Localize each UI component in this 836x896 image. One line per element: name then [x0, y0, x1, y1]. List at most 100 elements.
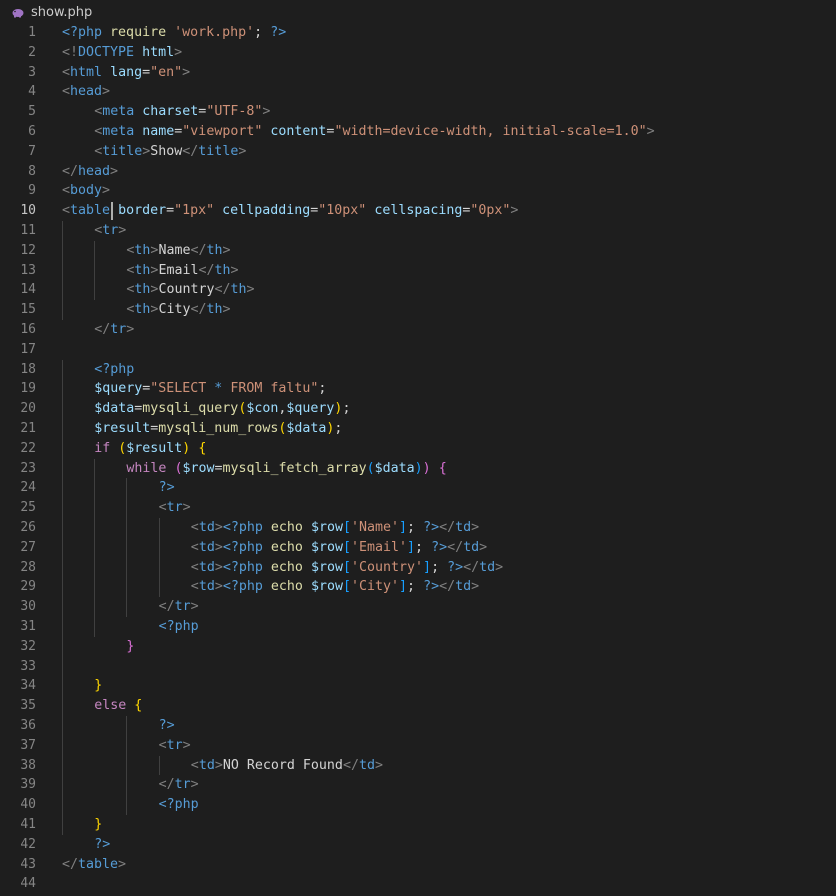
code-line[interactable]: 9 <body>: [0, 181, 836, 201]
code-text: <th>Country</th>: [126, 280, 254, 300]
code-token: {: [198, 440, 207, 456]
code-token: >: [190, 777, 199, 793]
code-token: </: [439, 579, 456, 595]
line-number: 14: [20, 282, 36, 298]
code-token: ;: [318, 381, 327, 397]
line-number: 33: [20, 658, 36, 674]
code-line[interactable]: 13 <th>Email</th>: [0, 261, 836, 281]
code-text: <th>City</th>: [126, 300, 230, 320]
code-line[interactable]: 18 <?php: [0, 360, 836, 380]
code-line[interactable]: 14 <th>Country</th>: [0, 280, 836, 300]
code-line[interactable]: 4 <head>: [0, 82, 836, 102]
code-line[interactable]: 39 </tr>: [0, 775, 836, 795]
code-line[interactable]: 28 <td><?php echo $row['Country']; ?></td…: [0, 558, 836, 578]
indent-guide: [126, 478, 128, 617]
code-line[interactable]: 20 $data=mysqli_query($con,$query);: [0, 399, 836, 419]
code-line[interactable]: 27 <td><?php echo $row['Email']; ?></td>: [0, 538, 836, 558]
code-line[interactable]: 16 </tr>: [0, 320, 836, 340]
code-line[interactable]: 41}: [0, 815, 836, 835]
code-token: tr: [174, 599, 191, 615]
code-line[interactable]: 12 <th>Name</th>: [0, 241, 836, 261]
code-line[interactable]: 40 <?php: [0, 795, 836, 815]
code-text: ?>: [94, 835, 110, 855]
code-token: th: [134, 262, 151, 278]
code-token: ?>: [94, 836, 111, 852]
code-line[interactable]: 8 </head>: [0, 162, 836, 182]
code-line[interactable]: 35 else {: [0, 696, 836, 716]
code-line[interactable]: 3 <html lang="en">: [0, 63, 836, 83]
code-token: <: [190, 520, 199, 535]
code-text: $query="SELECT * FROM faltu";: [94, 379, 326, 399]
code-token: "1px": [174, 203, 215, 219]
code-token: <: [62, 203, 71, 219]
code-token: >: [222, 302, 231, 318]
code-line[interactable]: 21 $result=mysqli_num_rows($data);: [0, 419, 836, 439]
code-line[interactable]: 6 <meta name="viewport" content="width=de…: [0, 122, 836, 142]
code-token: <: [62, 64, 71, 80]
code-token: head: [70, 84, 103, 100]
code-token: $row: [310, 579, 343, 595]
code-token: >: [214, 520, 223, 535]
code-token: >: [262, 104, 271, 120]
code-token: td: [455, 520, 472, 535]
code-token: $data: [94, 401, 135, 417]
code-line[interactable]: 36 ?>: [0, 716, 836, 736]
code-line[interactable]: 29 <td><?php echo $row['City']; ?></td>: [0, 577, 836, 597]
code-text: <tr>: [94, 221, 126, 241]
code-token: >: [182, 64, 191, 80]
code-line[interactable]: 25 <tr>: [0, 498, 836, 518]
code-line[interactable]: 22 if ($result) {: [0, 439, 836, 459]
tab-show-php[interactable]: show.php: [0, 0, 92, 24]
code-token: echo: [270, 559, 303, 575]
code-text: <td><?php echo $row['Country']; ?></td>: [191, 558, 503, 578]
code-line[interactable]: 34}: [0, 676, 836, 696]
line-number: 23: [20, 460, 36, 476]
line-number: 8: [28, 163, 36, 179]
code-text: <tr>: [159, 736, 191, 756]
code-text: <?php: [159, 795, 199, 815]
code-line[interactable]: 26 <td><?php echo $row['Name']; ?></td>: [0, 518, 836, 538]
code-line[interactable]: 37 <tr>: [0, 736, 836, 756]
code-line[interactable]: 1 <?php require 'work.php'; ?>: [0, 23, 836, 43]
code-token: <: [190, 559, 199, 575]
code-token: <?php: [222, 579, 263, 595]
code-line[interactable]: 7 <title>Show</title>: [0, 142, 836, 162]
code-editor[interactable]: 1 <?php require 'work.php'; ?> 2 <!DOCTYPE …: [0, 23, 836, 896]
code-token: border: [118, 203, 167, 219]
code-line[interactable]: 33: [0, 657, 836, 677]
code-token: ]: [407, 539, 416, 555]
line-number: 44: [20, 876, 36, 892]
code-line[interactable]: 31 <?php: [0, 617, 836, 637]
code-token: <: [94, 143, 103, 159]
code-line[interactable]: 17: [0, 340, 836, 360]
code-line[interactable]: 19 $query="SELECT * FROM faltu";: [0, 379, 836, 399]
code-line[interactable]: 32}: [0, 637, 836, 657]
code-token: </: [190, 302, 207, 318]
code-line[interactable]: 23 while ($row=mysqli_fetch_array($data))…: [0, 459, 836, 479]
code-token: tr: [102, 223, 119, 238]
code-line[interactable]: 30 </tr>: [0, 597, 836, 617]
code-line[interactable]: 2 <!DOCTYPE html>: [0, 43, 836, 63]
code-line[interactable]: 15 <th>City</th>: [0, 300, 836, 320]
code-line[interactable]: 11 <tr>: [0, 221, 836, 241]
code-line[interactable]: 24 ?>: [0, 478, 836, 498]
code-token: </: [342, 757, 359, 773]
code-line[interactable]: 42 ?>: [0, 835, 836, 855]
code-line[interactable]: 43 </table>: [0, 855, 836, 875]
code-token: $row: [310, 539, 343, 555]
code-token: th: [206, 302, 223, 318]
code-token: <?php: [158, 619, 199, 634]
line-number: 26: [20, 520, 36, 535]
line-number: 5: [28, 104, 36, 120]
line-number: 24: [20, 480, 36, 496]
code-token: >: [471, 579, 480, 595]
code-line[interactable]: 38 <td>NO Record Found</td>: [0, 756, 836, 776]
code-token: $query: [286, 401, 335, 417]
code-line[interactable]: 44: [0, 874, 836, 894]
code-token: mysqli_fetch_array: [222, 460, 367, 476]
code-line[interactable]: 5 <meta charset="UTF-8">: [0, 102, 836, 122]
code-line[interactable]: 10 <table border="1px" cellpadding="10px"…: [0, 201, 836, 221]
code-token: $row: [310, 559, 343, 575]
